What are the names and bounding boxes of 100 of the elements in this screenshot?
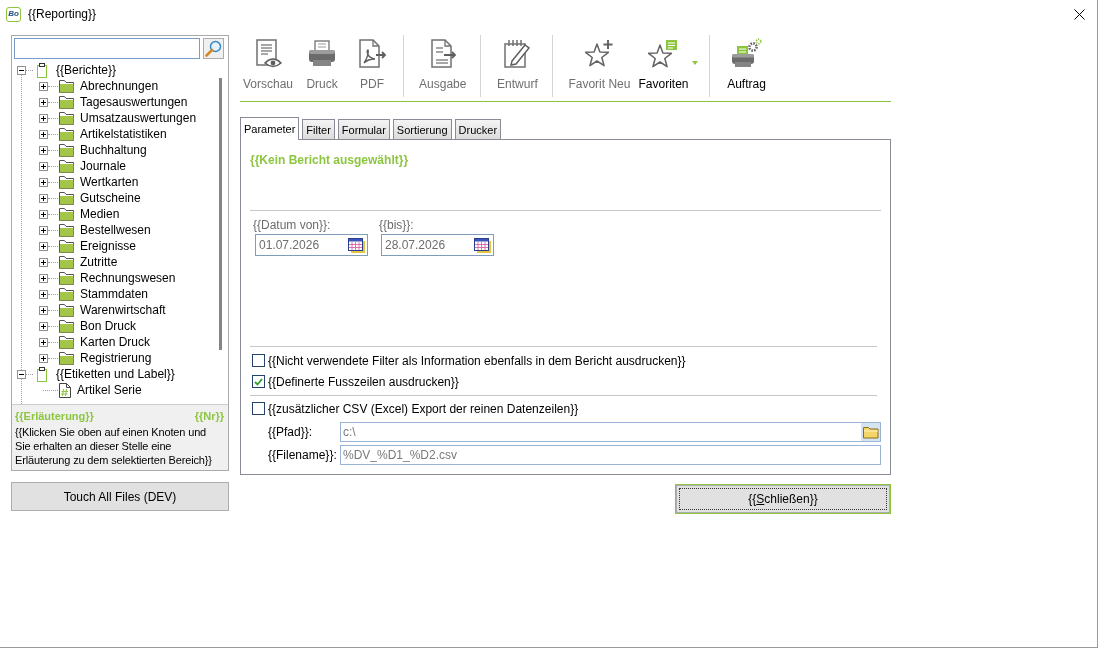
option-label: {{Definerte Fusszeilen ausdrucken}} [268, 374, 459, 389]
close-icon[interactable] [1074, 8, 1085, 20]
checkbox[interactable] [252, 354, 265, 367]
expand-icon[interactable] [39, 177, 48, 187]
scrollbar-thumb[interactable] [218, 78, 222, 350]
search-button[interactable] [203, 38, 224, 59]
tab[interactable]: Formular [337, 119, 390, 139]
checkbox[interactable] [252, 375, 265, 388]
expand-icon[interactable] [39, 225, 48, 235]
date-field[interactable]: 28.07.2026 [381, 234, 494, 256]
tree-item[interactable]: Buchhaltung [79, 143, 148, 157]
tree-item[interactable]: Medien [79, 207, 121, 221]
expand-icon[interactable] [39, 97, 48, 107]
tab[interactable]: Filter [302, 119, 335, 139]
search-icon [205, 40, 222, 57]
folder-icon [59, 111, 74, 125]
close-button[interactable]: {{Schließen}} [675, 484, 891, 514]
tree-item[interactable]: Gutscheine [79, 191, 142, 205]
calendar-icon[interactable] [474, 237, 491, 253]
folder-icon [59, 175, 74, 189]
clipboard-icon [37, 62, 47, 78]
expand-icon[interactable] [39, 321, 48, 331]
folder-icon [59, 287, 74, 301]
info-title: {{Erläuterung}} [15, 410, 94, 422]
expand-icon[interactable] [39, 241, 48, 251]
expand-icon[interactable] [39, 353, 48, 363]
document-hash-icon [59, 382, 71, 398]
tree-item[interactable]: Bestellwesen [79, 223, 152, 237]
tree-item[interactable]: Rechnungswesen [79, 271, 177, 285]
report-title: {{Kein Bericht ausgewählt}} [250, 153, 410, 167]
path-field[interactable]: c:\ [340, 422, 881, 442]
expand-icon[interactable] [39, 145, 48, 155]
tree-item[interactable]: Artikelstatistiken [79, 127, 168, 141]
folder-icon [59, 255, 74, 269]
filename-field[interactable]: %DV_%D1_%D2.csv [340, 445, 881, 465]
tree-item[interactable]: Zutritte [79, 255, 119, 269]
toolbar-button[interactable]: Auftrag [722, 35, 771, 91]
info-text: {{Klicken Sie oben auf einen Knoten und Sie erhalten an dieser Stelle eine Erläuterung zu dem selektierten Bereich}} [15, 425, 213, 467]
tree-item[interactable]: Umsatzauswertungen [79, 111, 198, 125]
tab[interactable]: Sortierung [392, 119, 452, 139]
expand-icon[interactable] [39, 289, 48, 299]
document-curve-arrow-icon [356, 38, 389, 70]
tree-item[interactable]: Karten Druck [79, 335, 152, 349]
expand-icon[interactable] [39, 161, 48, 171]
tree-item[interactable]: {{Etiketten und Label}} [55, 367, 176, 381]
checkbox[interactable] [252, 402, 265, 415]
expand-icon[interactable] [39, 129, 48, 139]
expand-icon[interactable] [39, 193, 48, 203]
folder-icon [59, 303, 74, 317]
folder-icon [59, 143, 74, 157]
folder-icon[interactable] [861, 423, 880, 441]
tree-item[interactable]: Wertkarten [79, 175, 140, 189]
folder-icon [59, 207, 74, 221]
tree-item[interactable]: Abrechnungen [79, 79, 160, 93]
folder-icon [59, 335, 74, 349]
tree-item[interactable]: Bon Druck [79, 319, 138, 333]
clipboard-icon [37, 366, 47, 382]
field-label: {{Pfad}}: [268, 425, 314, 439]
tree-item[interactable]: Stammdaten [79, 287, 150, 301]
tree-item[interactable]: Artikel Serie [76, 383, 143, 397]
expand-icon[interactable] [39, 273, 48, 283]
expand-icon[interactable] [39, 257, 48, 267]
date-field[interactable]: 01.07.2026 [255, 234, 368, 256]
folder-icon [59, 239, 74, 253]
folder-icon [59, 319, 74, 333]
tree-item[interactable]: Registrierung [79, 351, 153, 365]
tree-item[interactable]: {{Berichte}} [55, 63, 118, 77]
app-logo: Bo [6, 6, 21, 22]
collapse-icon[interactable] [17, 369, 26, 379]
star-note-icon [647, 38, 680, 70]
folder-icon [59, 159, 74, 173]
expand-icon[interactable] [39, 113, 48, 123]
folder-icon [59, 127, 74, 141]
tree-item[interactable]: Ereignisse [79, 239, 138, 253]
option-label: {{Nicht verwendete Filter als Information ebenfalls in dem Bericht ausdrucken}} [268, 353, 686, 368]
search-field[interactable] [14, 38, 200, 59]
field-label: {{bis}}: [379, 218, 415, 232]
field-label: {{Datum von}}: [253, 218, 332, 232]
calendar-icon[interactable] [348, 237, 365, 253]
tree-item[interactable]: Journale [79, 159, 128, 173]
field-label: {{Filename}}: [268, 448, 338, 462]
window-title: {{Reporting}} [28, 7, 97, 21]
folder-icon [59, 223, 74, 237]
folder-icon [59, 271, 74, 285]
folder-icon [59, 191, 74, 205]
tab[interactable]: Parameter [240, 117, 300, 140]
printer-gears-icon [730, 38, 763, 70]
folder-icon [59, 79, 74, 93]
tree-item[interactable]: Warenwirtschaft [79, 303, 167, 317]
option-label: {{zusätzlicher CSV (Excel) Export der reinen Datenzeilen}} [268, 401, 579, 416]
tree-item[interactable]: Tagesauswertungen [79, 95, 189, 109]
tab[interactable]: Drucker [454, 119, 502, 139]
expand-icon[interactable] [39, 337, 48, 347]
folder-icon [59, 351, 74, 365]
expand-icon[interactable] [39, 209, 48, 219]
collapse-icon[interactable] [17, 65, 26, 75]
toolbar-button[interactable]: Favoriten [635, 35, 692, 91]
touch-files-button[interactable]: Touch All Files (DEV) [11, 482, 229, 511]
expand-icon[interactable] [39, 81, 48, 91]
expand-icon[interactable] [39, 305, 48, 315]
